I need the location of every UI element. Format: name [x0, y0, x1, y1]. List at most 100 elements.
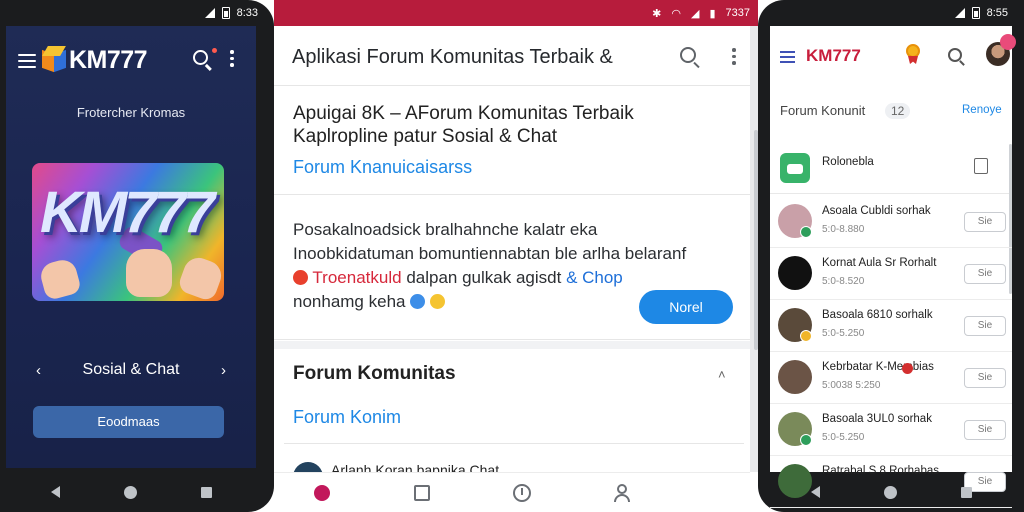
card-link[interactable]: Forum Knanuicaisarss [293, 157, 472, 178]
status-bar: 8:33 [0, 0, 274, 26]
list-item-meta: 5:0-8.880 [822, 224, 864, 235]
list-item-title: Kebrbatar K-Membias [822, 361, 934, 373]
collapse-icon[interactable]: ˄ [718, 367, 726, 382]
back-icon[interactable] [50, 486, 60, 498]
search-action-link[interactable]: Renoye [962, 104, 1002, 116]
page-title: Aplikasi Forum Komunitas Terbaik & [292, 46, 613, 68]
row-action-button[interactable]: Sie [964, 420, 1006, 440]
list-item[interactable]: Asoala Cubldi sorhak 5:0-8.880 Sie [770, 196, 1012, 248]
notification-badge-icon [1000, 34, 1016, 50]
hand-illustration [126, 249, 172, 297]
highlight-text: Troenatkuld [312, 268, 402, 287]
menu-icon[interactable] [18, 54, 36, 68]
hand-illustration [37, 256, 83, 301]
search-icon[interactable] [193, 50, 208, 65]
text-line: Posakalnoadsick bralhahnche kalatr eka [293, 220, 598, 239]
app-bar: Aplikasi Forum Komunitas Terbaik & [274, 26, 750, 86]
primary-button[interactable]: Eoodmaas [33, 406, 224, 438]
tab-power-icon[interactable] [512, 483, 532, 503]
battery-icon [221, 7, 230, 19]
notification-dot-icon [212, 48, 217, 53]
carousel-label: Sosial & Chat [82, 361, 180, 378]
meta-text: 5:0-5.250 [822, 328, 865, 339]
home-icon[interactable] [123, 485, 137, 499]
list-item-title: Basoala 3UL0 sorhak [822, 413, 932, 425]
search-input[interactable]: Forum Konunit [780, 103, 865, 118]
cube-logo-icon [42, 46, 66, 74]
list-item-meta: 5:0-5.250 [822, 328, 864, 339]
system-nav-bar [770, 472, 1012, 512]
right-screen: KM777 Forum Konunit 12 Renoye Rolonebla … [770, 26, 1016, 508]
back-icon[interactable] [810, 486, 820, 498]
system-nav-bar [6, 472, 256, 512]
row-action-button[interactable]: Sie [964, 212, 1006, 232]
subtitle: Frotercher Kromas [76, 105, 186, 120]
app-header: KM777 [6, 42, 256, 78]
chevron-right-icon[interactable]: › [221, 362, 226, 379]
left-phone: 8:33 KM777 Frotercher Kromas KM777 ‹ Sos… [0, 0, 274, 512]
chat-emoji-icon [410, 294, 426, 309]
home-icon[interactable] [883, 485, 897, 499]
chat-app-icon [780, 153, 810, 183]
more-options-icon[interactable] [230, 50, 234, 68]
tab-square-icon[interactable] [412, 483, 432, 503]
promo-banner[interactable]: KM777 [32, 163, 224, 301]
text-segment: dalpan gulkak agisdt [406, 268, 562, 287]
category-carousel: ‹ Sosial & Chat › [6, 359, 256, 383]
bluetooth-icon: ✱ [652, 7, 662, 20]
inline-badge-icon [902, 363, 913, 374]
list-item[interactable]: Kebrbatar K-Membias 5:0038 5:250 Sie [770, 352, 1012, 404]
list-item-title: Rolonebla [822, 156, 874, 168]
section-link[interactable]: Forum Konim [293, 407, 401, 428]
status-time: 8:55 [986, 7, 1008, 19]
middle-screen: ✱ ◠ ◢ ▮ 7337 Aplikasi Forum Komunitas Te… [274, 0, 758, 512]
section-divider [274, 341, 750, 349]
list-item[interactable]: Basoala 3UL0 sorhak 5:0-5.250 Sie [770, 404, 1012, 456]
list-item[interactable]: Arlanh Koran bapnika Chat [293, 458, 593, 472]
avatar [778, 360, 812, 394]
tab-profile-icon[interactable] [612, 483, 632, 503]
avatar [778, 256, 812, 290]
recent-apps-icon[interactable] [960, 486, 972, 498]
menu-icon[interactable] [780, 51, 795, 63]
meta-text: 5:0-8.880 [822, 224, 865, 235]
list-item-meta: 5:0-5.250 [822, 432, 864, 443]
list-item-title: Arlanh Koran bapnika Chat [331, 462, 500, 472]
count-badge: 12 [885, 103, 911, 119]
status-badge-icon [800, 330, 812, 342]
signal-icon [204, 8, 215, 18]
text-segment: nonhamg keha [293, 292, 406, 311]
action-button[interactable]: Norel [639, 290, 733, 324]
description-card: Posakalnoadsick bralhahnche kalatr eka I… [274, 196, 750, 340]
list-item[interactable]: Basoala 6810 sorhalk 5:0-5.250 Sie [770, 300, 1012, 352]
share-icon[interactable] [974, 158, 988, 174]
section-heading: Forum Komunitas [293, 363, 456, 384]
medal-icon[interactable] [904, 44, 922, 66]
highlight-text: & Chop [566, 268, 623, 287]
forum-search-row: Forum Konunit 12 Renoye [770, 100, 1012, 124]
list-item[interactable]: Kornat Aula Sr Rorhalt 5:0-8.520 Sie [770, 248, 1012, 300]
signal-icon: ◢ [690, 7, 700, 20]
battery-icon [971, 7, 980, 19]
status-badge-icon [800, 226, 812, 238]
brand-logo: KM777 [69, 46, 148, 74]
smile-emoji-icon [429, 294, 445, 309]
recent-apps-icon[interactable] [200, 486, 212, 498]
hand-illustration [176, 253, 224, 301]
row-action-button[interactable]: Sie [964, 264, 1006, 284]
search-icon[interactable] [948, 48, 962, 62]
row-action-button[interactable]: Sie [964, 316, 1006, 336]
battery-icon: ▮ [709, 7, 716, 20]
meta-text: 5:0-8.520 [822, 276, 865, 287]
list-item-title: Asoala Cubldi sorhak [822, 205, 931, 217]
tab-home-icon[interactable] [312, 483, 332, 503]
row-action-button[interactable]: Sie [964, 368, 1006, 388]
list-item[interactable]: Rolonebla [770, 150, 1012, 194]
forum-section: Forum Komunitas ˄ Forum Konim [274, 349, 750, 443]
search-icon[interactable] [680, 47, 696, 63]
fire-emoji-icon [293, 270, 308, 285]
left-screen: KM777 Frotercher Kromas KM777 ‹ Sosial &… [6, 26, 256, 468]
text-line: Inoobkidatuman bomuntiennabtan ble arlha… [293, 244, 687, 263]
brand-logo: KM777 [806, 46, 861, 65]
more-options-icon[interactable] [732, 48, 736, 66]
